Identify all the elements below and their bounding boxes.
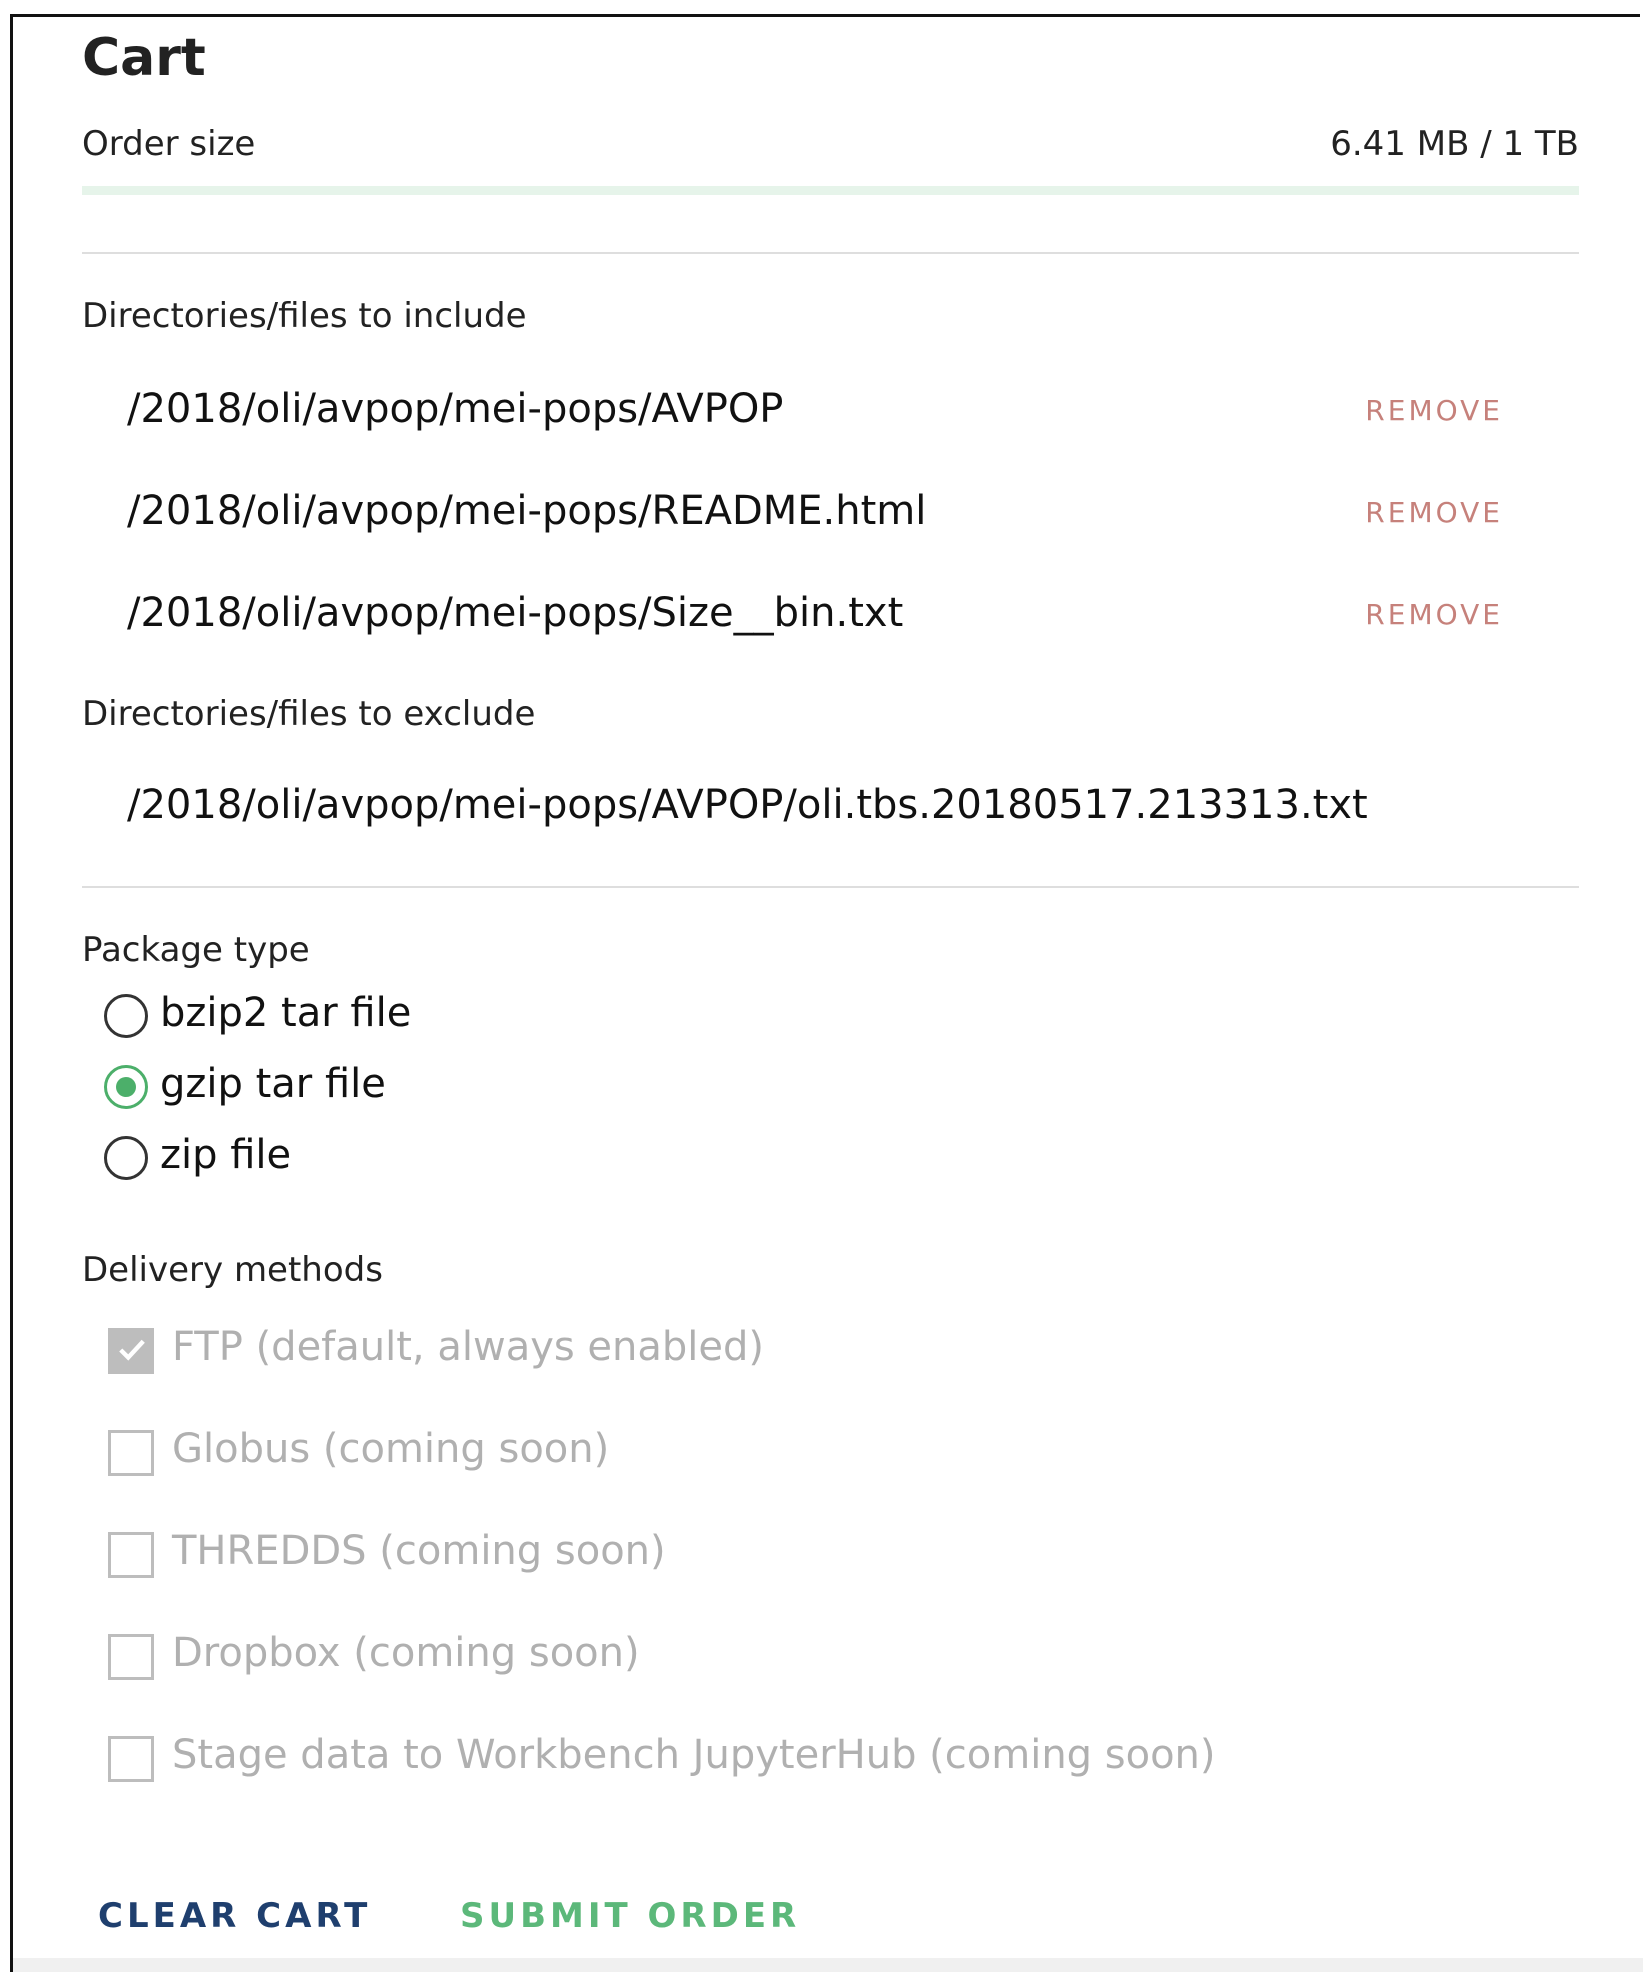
checkbox-unchecked-icon — [108, 1430, 154, 1476]
exclude-item-path: /2018/oli/avpop/mei-pops/AVPOP/oli.tbs.2… — [127, 782, 1368, 828]
radio-unchecked-icon[interactable] — [104, 994, 148, 1038]
order-size-progress — [82, 186, 1579, 195]
cart-title: Cart — [82, 28, 206, 88]
remove-button[interactable]: REMOVE — [1365, 394, 1503, 427]
include-item: /2018/oli/avpop/mei-pops/Size__bin.txt R… — [127, 590, 1503, 650]
remove-button[interactable]: REMOVE — [1365, 598, 1503, 631]
include-item: /2018/oli/avpop/mei-pops/README.html REM… — [127, 488, 1503, 548]
radio-unchecked-icon[interactable] — [104, 1136, 148, 1180]
delivery-methods-label: Delivery methods — [82, 1250, 383, 1290]
checkbox-label: Globus (coming soon) — [172, 1426, 610, 1472]
include-item-path: /2018/oli/avpop/mei-pops/AVPOP — [127, 386, 784, 432]
radio-label[interactable]: bzip2 tar file — [160, 990, 411, 1036]
radio-label[interactable]: zip file — [160, 1132, 291, 1178]
checkbox-unchecked-icon — [108, 1532, 154, 1578]
radio-dot — [116, 1077, 136, 1097]
checkbox-unchecked-icon — [108, 1634, 154, 1680]
remove-button[interactable]: REMOVE — [1365, 496, 1503, 529]
submit-order-button[interactable]: SUBMIT ORDER — [460, 1896, 800, 1936]
package-type-label: Package type — [82, 930, 310, 970]
order-size-row: Order size 6.41 MB / 1 TB — [82, 124, 1579, 174]
checkbox-label: Stage data to Workbench JupyterHub (comi… — [172, 1732, 1216, 1778]
radio-checked-icon[interactable] — [104, 1065, 148, 1109]
checkbox-label: FTP (default, always enabled) — [172, 1324, 765, 1370]
order-size-value: 6.41 MB / 1 TB — [1330, 124, 1579, 164]
checkbox-unchecked-icon — [108, 1736, 154, 1782]
include-section-label: Directories/files to include — [82, 296, 527, 336]
clear-cart-button[interactable]: CLEAR CART — [98, 1896, 371, 1936]
check-icon — [119, 1339, 145, 1361]
panel-footer-shade — [13, 1958, 1643, 1972]
divider — [82, 886, 1579, 888]
include-item: /2018/oli/avpop/mei-pops/AVPOP REMOVE — [127, 386, 1503, 446]
checkbox-label: Dropbox (coming soon) — [172, 1630, 640, 1676]
exclude-section-label: Directories/files to exclude — [82, 694, 536, 734]
order-size-label: Order size — [82, 124, 256, 164]
radio-label[interactable]: gzip tar file — [160, 1061, 386, 1107]
checkbox-label: THREDDS (coming soon) — [172, 1528, 666, 1574]
include-item-path: /2018/oli/avpop/mei-pops/README.html — [127, 488, 927, 534]
divider — [82, 252, 1579, 254]
checkbox-checked-icon — [108, 1328, 154, 1374]
exclude-item: /2018/oli/avpop/mei-pops/AVPOP/oli.tbs.2… — [127, 782, 1503, 842]
include-item-path: /2018/oli/avpop/mei-pops/Size__bin.txt — [127, 590, 904, 636]
